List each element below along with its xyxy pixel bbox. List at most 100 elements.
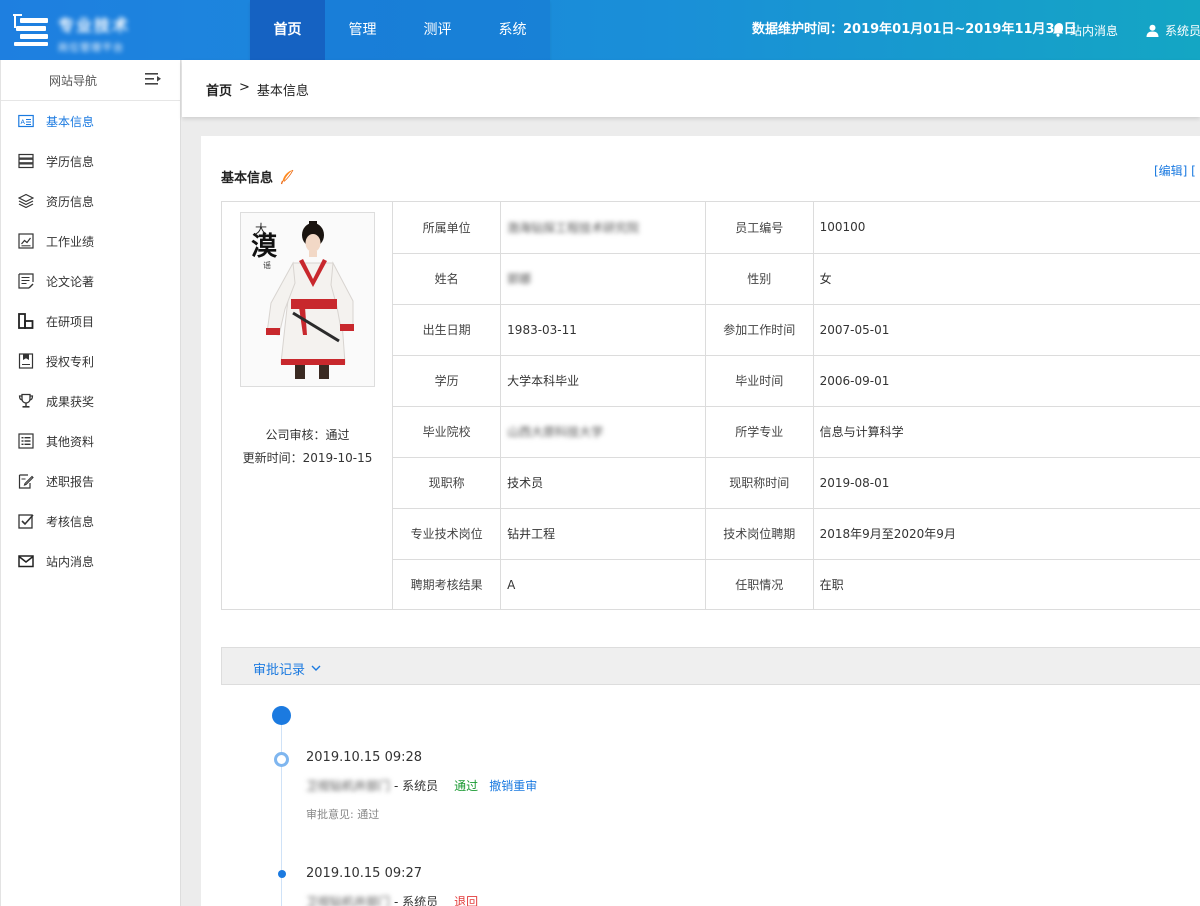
mail-icon [18,555,34,568]
info-row: 专业技术岗位 钻井工程 技术岗位聘期 2018年9月至2020年9月 [393,508,1200,560]
edit-link[interactable]: [编辑] [ [1154,162,1196,179]
user-menu[interactable]: 系统员 [1146,0,1200,60]
approval-entry: 2019.10.15 09:28 卫视钻机井部门 - 系统员 通过 撤销重审 审… [306,750,537,822]
redacted-value: 郭娜 [507,272,532,286]
audit-status: 公司审核：通过 [265,428,350,442]
nav-home[interactable]: 首页 [250,0,325,60]
approval-time: 2019.10.15 09:28 [306,750,423,765]
collapse-menu-icon[interactable] [145,71,163,87]
approval-detail: 卫视钻机井部门 - 系统员 通过 撤销重审 [306,777,537,794]
info-key: 现职称时间 [705,457,814,509]
bell-icon [1053,24,1063,37]
approval-toggle[interactable]: 审批记录 [253,659,321,678]
sidebar-title: 网站导航 [49,74,98,88]
maintenance-time: 数据维护时间：2019年01月01日~2019年11月30日 [752,22,1077,37]
basic-info-box: 大 漠 谣 公司审核：通过 更新时间：2019-10-15 所属单位 渤海钻探工… [221,201,1200,610]
sidebar-item-awards[interactable]: 成果获奖 [1,381,180,421]
approval-dept: 卫视钻机井部门 [306,779,391,793]
chevron-down-icon [311,665,321,671]
list-icon [18,433,34,449]
info-value: 1983-03-11 [500,304,706,356]
logo-title: 专业技术 [58,16,131,35]
nav-manage[interactable]: 管理 [325,0,400,60]
sidebar-item-basic-info[interactable]: A 基本信息 [1,101,180,141]
info-value: A [500,559,706,610]
sidebar-item-education[interactable]: 学历信息 [1,141,180,181]
user-name: 系统员 [1165,23,1200,38]
sidebar-item-experience[interactable]: 资历信息 [1,181,180,221]
sidebar-item-label: 考核信息 [46,514,95,529]
nav-evaluate[interactable]: 测评 [400,0,475,60]
redacted-value: 渤海钻探工程技术研究院 [507,220,640,235]
nav-system[interactable]: 系统 [475,0,550,60]
info-key: 所属单位 [393,202,502,254]
sidebar-item-papers[interactable]: 论文论著 [1,261,180,301]
certificate-icon [18,353,34,369]
info-value: 郭娜 [500,253,706,305]
chart-icon [18,233,34,249]
approval-time: 2019.10.15 09:27 [306,866,423,881]
timeline-dot [278,870,286,878]
main-nav: 首页 管理 测评 系统 [250,0,550,60]
info-key: 姓名 [393,253,502,305]
messages-label: 站内消息 [1070,23,1119,38]
section-title: 基本信息 [221,167,294,186]
approval-entry: 2019.10.15 09:27 卫视钻机井部门 - 系统员 退回 [306,866,478,906]
approval-note: 审批意见: 通过 [306,808,380,821]
info-row: 现职称 技术员 现职称时间 2019-08-01 [393,457,1200,509]
sidebar-header: 网站导航 [1,60,180,101]
revoke-review-link[interactable]: 撤销重审 [489,777,537,794]
info-value: 山西大原科技大学 [500,406,706,458]
info-key: 毕业院校 [393,406,502,458]
sidebar-item-messages[interactable]: 站内消息 [1,541,180,581]
sidebar-item-projects[interactable]: 在研项目 [1,301,180,341]
sidebar-item-assessment[interactable]: 考核信息 [1,501,180,541]
info-value: 技术员 [500,457,706,509]
user-icon [1146,24,1159,37]
approval-status: 通过 [454,779,479,793]
info-key: 专业技术岗位 [393,508,502,560]
info-key: 所学专业 [705,406,814,458]
info-value: 女 [813,253,1200,305]
trophy-icon [18,393,34,408]
photo-column: 大 漠 谣 公司审核：通过 更新时间：2019-10-15 [222,202,393,609]
approval-role: - 系统员 [394,895,439,906]
info-value: 2018年9月至2020年9月 [813,508,1200,560]
profile-photo: 大 漠 谣 [240,212,375,387]
info-key: 员工编号 [705,202,814,254]
sidebar-item-patents[interactable]: 授权专利 [1,341,180,381]
info-key: 现职称 [393,457,502,509]
sidebar-list: A 基本信息 学历信息 资历信息 工作业绩 论文论著 在研项目 授权专利 成果获… [1,101,180,581]
sidebar-item-performance[interactable]: 工作业绩 [1,221,180,261]
logo-text: 专业技术 岗位管理平台 [58,12,130,54]
sidebar-item-other[interactable]: 其他资料 [1,421,180,461]
sidebar-item-label: 工作业绩 [46,234,95,249]
sidebar-item-label: 在研项目 [46,314,95,329]
logo-icon [13,14,48,46]
breadcrumb-home[interactable]: 首页 [206,80,232,99]
approval-header: 审批记录 [221,647,1200,685]
sidebar-item-report[interactable]: 述职报告 [1,461,180,501]
svg-text:A: A [21,118,26,126]
info-value: 信息与计算科学 [813,406,1200,458]
photo-caption-2: 漠 [251,232,278,262]
approval-role: - 系统员 [394,779,439,793]
approval-status: 退回 [454,895,479,906]
info-table: 所属单位 渤海钻探工程技术研究院 员工编号 100100 姓名 郭娜 性别女出生日期 1983… [393,202,1200,610]
stack-icon [18,153,34,169]
profile-meta: 公司审核：通过 更新时间：2019-10-15 [222,424,393,470]
feather-pen-icon [280,169,294,184]
info-key: 学历 [393,355,502,407]
info-row: 姓名 郭娜 性别女 [393,253,1200,305]
update-time: 更新时间：2019-10-15 [242,451,373,465]
info-value: 2019-08-01 [813,457,1200,509]
info-value: 钻井工程 [500,508,706,560]
info-key: 出生日期 [393,304,502,356]
sidebar-item-label: 站内消息 [46,554,95,569]
messages-link[interactable]: 站内消息 [1052,0,1118,60]
sidebar-item-label: 学历信息 [46,154,95,169]
info-value: 渤海钻探工程技术研究院 [500,202,706,254]
sidebar-item-label: 基本信息 [46,114,95,129]
timeline-dot [274,752,289,767]
breadcrumb-separator: > [239,80,250,95]
